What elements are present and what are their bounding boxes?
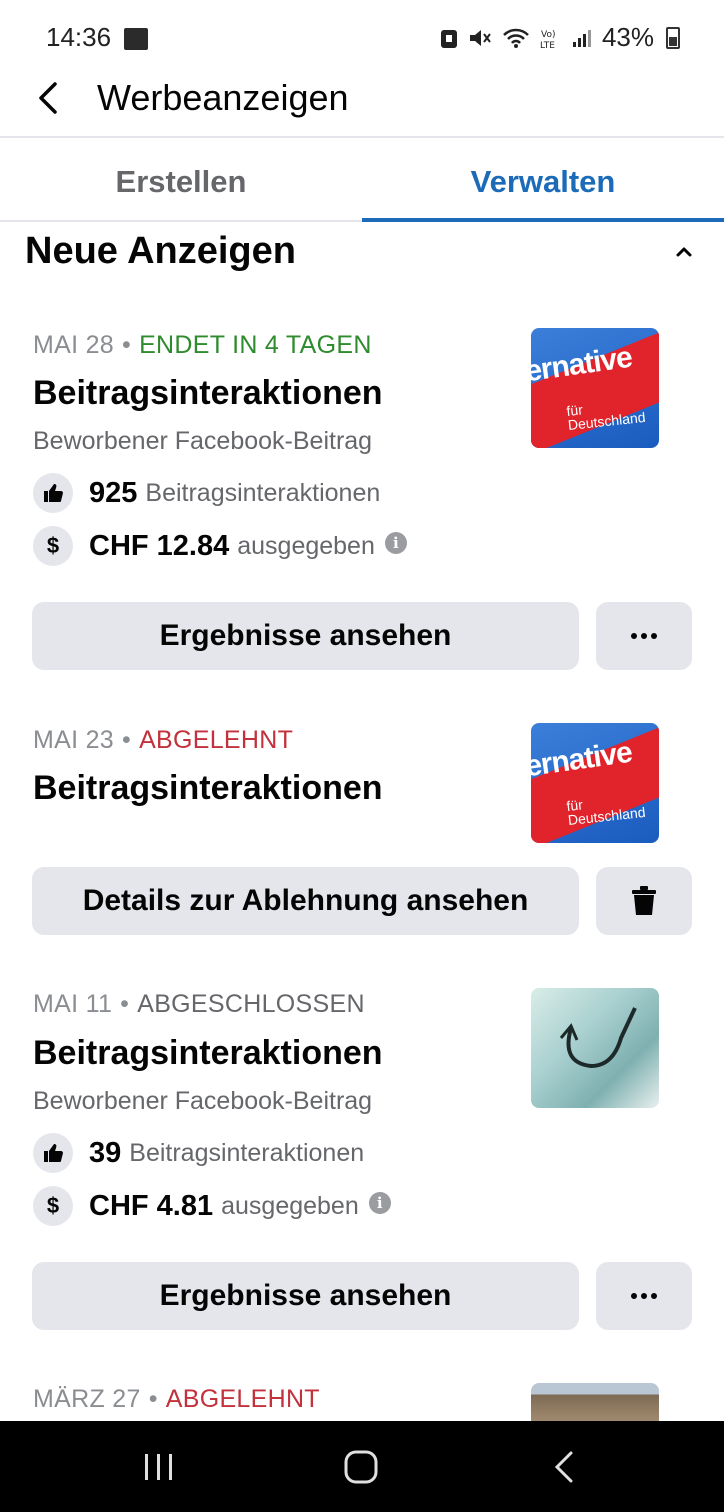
interactions-stat: 925 Beitragsinteraktionen <box>33 473 380 513</box>
trash-icon <box>632 886 656 915</box>
tab-verwalten[interactable]: Verwalten <box>362 138 724 222</box>
status-time: 14:36 <box>46 22 112 52</box>
chevron-up-icon[interactable] <box>668 236 700 268</box>
wifi-icon <box>503 28 529 48</box>
ad-meta: MÄRZ 27 • ABGELEHNT <box>33 1385 320 1413</box>
ad-meta: MAI 28 • ENDET IN 4 TAGEN <box>33 331 372 359</box>
ad-date: MAI 11 <box>33 990 113 1018</box>
spent-stat: $ CHF 4.81 ausgegeben i <box>33 1186 391 1226</box>
spent-label: ausgegeben <box>237 531 375 560</box>
signal-icon <box>572 29 591 47</box>
ad-status: ABGESCHLOSSEN <box>137 990 365 1018</box>
info-icon[interactable]: i <box>368 1192 391 1214</box>
ad-thumbnail[interactable] <box>531 988 659 1108</box>
more-icon <box>631 1293 657 1299</box>
ad-title[interactable]: Beitragsinteraktionen <box>33 374 383 413</box>
spent-label: ausgegeben <box>221 1191 359 1220</box>
gallery-notification-icon <box>124 28 148 50</box>
tab-erstellen[interactable]: Erstellen <box>0 138 362 220</box>
thumbs-up-icon <box>33 473 73 513</box>
ad-thumbnail[interactable] <box>531 1383 659 1421</box>
ad-status: ABGELEHNT <box>139 726 294 754</box>
interactions-label: Beitragsinteraktionen <box>129 1138 365 1167</box>
ad-thumbnail[interactable]: ernative für Deutschland <box>531 723 659 843</box>
ad-title[interactable]: Beitragsinteraktionen <box>33 769 383 808</box>
ad-thumbnail[interactable]: ernative für Deutschland <box>531 328 659 448</box>
more-options-button[interactable] <box>596 602 692 670</box>
spent-value: CHF 12.84 <box>89 529 230 562</box>
status-icons: Vo) LTE 43% <box>440 22 680 53</box>
battery-icon <box>666 26 680 49</box>
ad-subtitle: Beworbener Facebook-Beitrag <box>33 427 373 455</box>
back-chevron-icon[interactable] <box>28 76 72 120</box>
section-title: Neue Anzeigen <box>25 230 296 272</box>
interactions-label: Beitragsinteraktionen <box>145 478 381 507</box>
volte-icon: Vo)LTE <box>540 30 555 49</box>
interactions-value: 39 <box>89 1136 122 1169</box>
system-nav-bar <box>0 1421 724 1512</box>
ad-subtitle: Beworbener Facebook-Beitrag <box>33 1087 373 1115</box>
mute-icon <box>469 29 491 46</box>
svg-text:Vo): Vo) <box>541 30 555 40</box>
info-icon[interactable]: i <box>384 532 407 554</box>
svg-text:LTE: LTE <box>540 41 555 49</box>
ad-meta: MAI 23 • ABGELEHNT <box>33 726 294 754</box>
view-results-button[interactable]: Ergebnisse ansehen <box>32 1262 579 1330</box>
interactions-stat: 39 Beitragsinteraktionen <box>33 1133 364 1173</box>
page-title: Werbeanzeigen <box>97 77 349 118</box>
ad-meta: MAI 11 • ABGESCHLOSSEN <box>33 990 365 1018</box>
delete-button[interactable] <box>596 867 692 935</box>
app-bar: Werbeanzeigen <box>0 62 724 138</box>
spent-stat: $ CHF 12.84 ausgegeben i <box>33 526 407 566</box>
dollar-icon: $ <box>33 526 73 566</box>
spent-value: CHF 4.81 <box>89 1189 214 1222</box>
tab-bar: Erstellen Verwalten <box>0 138 724 222</box>
more-options-button[interactable] <box>596 1262 692 1330</box>
ad-date: MAI 23 <box>33 726 114 754</box>
home-icon[interactable] <box>341 1447 381 1487</box>
dollar-icon: $ <box>33 1186 73 1226</box>
recent-apps-icon[interactable] <box>139 1447 179 1487</box>
ad-title[interactable]: Beitragsinteraktionen <box>33 1034 383 1073</box>
ad-status: ABGELEHNT <box>165 1385 320 1413</box>
view-results-button[interactable]: Ergebnisse ansehen <box>32 602 579 670</box>
ad-date: MÄRZ 27 <box>33 1385 141 1413</box>
rejection-details-button[interactable]: Details zur Ablehnung ansehen <box>32 867 579 935</box>
battery-percent: 43% <box>601 22 654 52</box>
more-icon <box>631 633 657 639</box>
lock-app-icon <box>440 29 457 48</box>
nav-back-icon[interactable] <box>545 1447 585 1487</box>
ad-date: MAI 28 <box>33 331 114 359</box>
ad-status: ENDET IN 4 TAGEN <box>139 331 372 359</box>
thumbs-up-icon <box>33 1133 73 1173</box>
interactions-value: 925 <box>89 476 138 509</box>
fishhook-image <box>559 1007 637 1069</box>
